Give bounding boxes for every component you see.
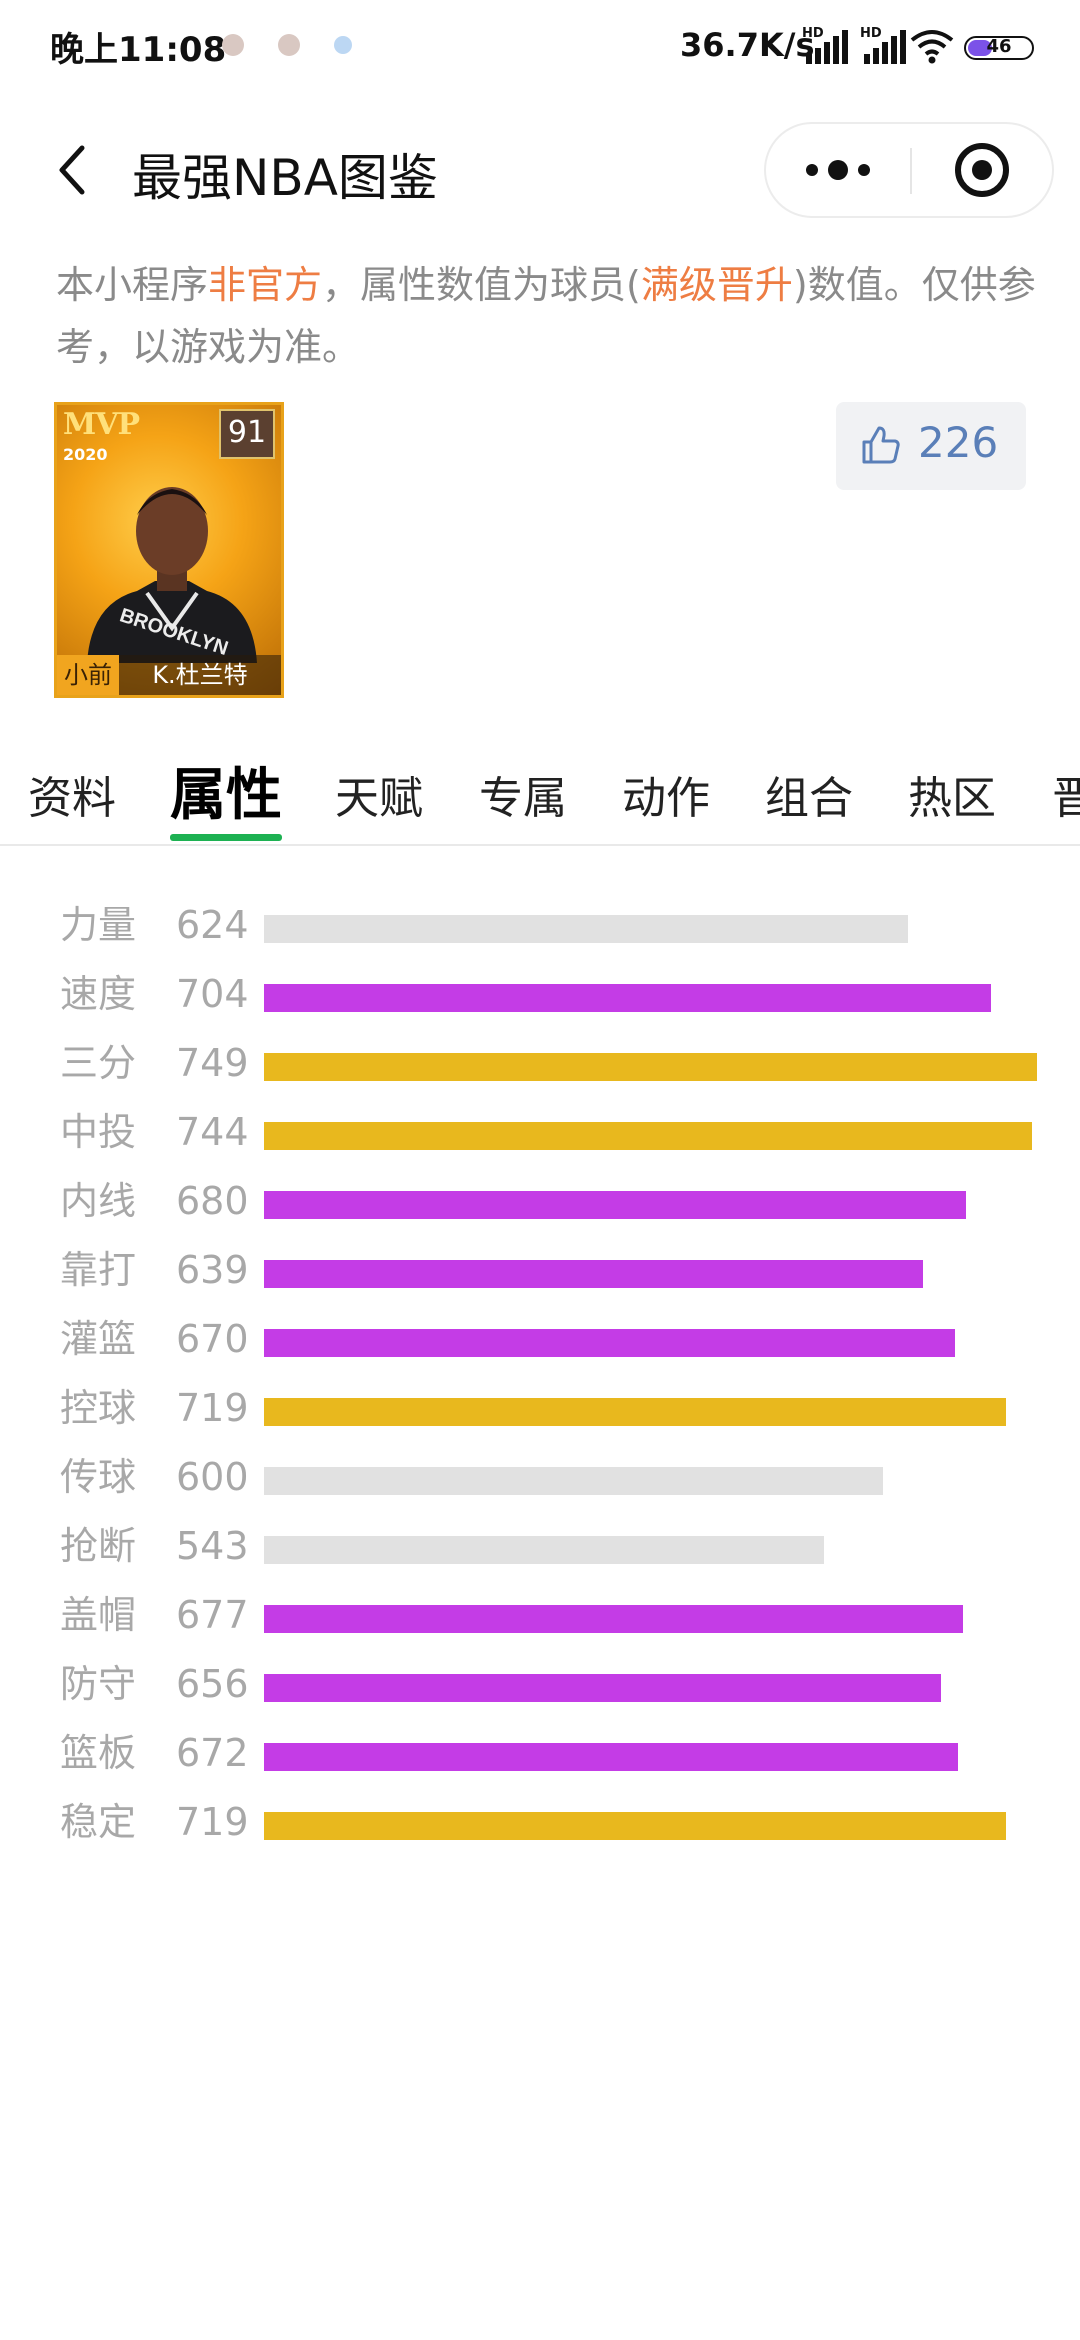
- attribute-row: 防守 656: [0, 1652, 1080, 1721]
- attribute-name: 中投: [60, 1110, 137, 1154]
- player-rating: 91: [219, 409, 275, 459]
- network-speed: 36.7K/s: [680, 26, 815, 64]
- attribute-bar: [264, 1674, 941, 1702]
- tab-promotion[interactable]: 晋: [1052, 762, 1080, 826]
- status-time: 晚上11:08: [50, 30, 227, 70]
- attribute-value: 624: [176, 903, 249, 947]
- like-button[interactable]: 226: [836, 402, 1026, 490]
- notice-highlight: 满级晋升: [640, 263, 793, 307]
- attribute-value: 680: [176, 1179, 249, 1223]
- attribute-bar: [264, 984, 991, 1012]
- battery-icon: 46: [964, 36, 1034, 60]
- attribute-value: 704: [176, 972, 249, 1016]
- notice-text: ，属性数值为球员(: [322, 263, 641, 307]
- tab-bar: 资料 属性 天赋 专属 动作 组合 热区 晋: [0, 750, 1080, 846]
- player-portrait: BROOKLYN: [87, 487, 257, 663]
- tab-exclusive[interactable]: 专属: [479, 762, 567, 826]
- attribute-name: 内线: [60, 1179, 137, 1223]
- attribute-row: 靠打 639: [0, 1238, 1080, 1307]
- attribute-bar: [264, 1053, 1037, 1081]
- attribute-row: 稳定 719: [0, 1790, 1080, 1859]
- player-card[interactable]: BROOKLYN MVP 2020 91 小前 K.杜兰特: [54, 402, 284, 698]
- attribute-bar: [264, 1536, 824, 1564]
- signal-icon: [864, 30, 908, 64]
- like-count: 226: [918, 418, 999, 467]
- battery-level: 46: [986, 36, 1012, 57]
- close-mini-program-button[interactable]: [912, 124, 1052, 216]
- notification-dot-icon: [278, 34, 300, 56]
- attribute-value: 719: [176, 1386, 249, 1430]
- active-tab-indicator: [170, 834, 282, 841]
- attribute-bar: [264, 1812, 1006, 1840]
- attribute-name: 篮板: [60, 1731, 137, 1775]
- attribute-row: 篮板 672: [0, 1721, 1080, 1790]
- attribute-name: 速度: [60, 972, 137, 1016]
- notice-text: 本小程序: [56, 263, 209, 307]
- tab-talents[interactable]: 天赋: [335, 762, 423, 826]
- player-position: 小前: [57, 655, 119, 695]
- tab-profile[interactable]: 资料: [28, 762, 116, 826]
- disclaimer-notice: 本小程序非官方，属性数值为球员(满级晋升)数值。仅供参考，以游戏为准。: [56, 254, 1036, 378]
- attribute-value: 600: [176, 1455, 249, 1499]
- attribute-name: 灌篮: [60, 1317, 137, 1361]
- attribute-bar: [264, 1329, 955, 1357]
- attribute-row: 速度 704: [0, 962, 1080, 1031]
- attribute-name: 传球: [60, 1455, 137, 1499]
- tab-attributes[interactable]: 属性: [170, 750, 282, 831]
- back-button[interactable]: [46, 140, 106, 200]
- attribute-bar: [264, 1743, 958, 1771]
- attribute-name: 控球: [60, 1386, 137, 1430]
- notice-highlight: 非官方: [208, 263, 323, 307]
- card-year: 2020: [63, 445, 108, 464]
- notification-dot-icon: [222, 34, 244, 56]
- attribute-value: 749: [176, 1041, 249, 1085]
- attribute-value: 656: [176, 1662, 249, 1706]
- attribute-row: 力量 624: [0, 893, 1080, 962]
- attribute-value: 672: [176, 1731, 249, 1775]
- attribute-row: 抢断 543: [0, 1514, 1080, 1583]
- player-name: K.杜兰特: [152, 661, 248, 689]
- attribute-bar: [264, 1260, 923, 1288]
- notification-icons: [222, 34, 352, 56]
- signal-icon: [806, 30, 850, 64]
- attribute-name: 稳定: [60, 1800, 137, 1844]
- attribute-value: 543: [176, 1524, 249, 1568]
- tab-combos[interactable]: 组合: [765, 762, 853, 826]
- attribute-bar: [264, 915, 908, 943]
- attribute-bar: [264, 1191, 966, 1219]
- thumbs-up-icon: [862, 426, 900, 464]
- page-title: 最强NBA图鉴: [132, 149, 438, 207]
- attribute-row: 盖帽 677: [0, 1583, 1080, 1652]
- attribute-bar: [264, 1398, 1006, 1426]
- status-bar: 晚上11:08 36.7K/s HD HD 46: [0, 0, 1080, 100]
- tab-hot-zones[interactable]: 热区: [908, 762, 996, 826]
- app-notification-icon: [334, 36, 352, 54]
- more-menu-button[interactable]: [766, 124, 910, 216]
- tab-moves[interactable]: 动作: [622, 762, 710, 826]
- card-badge: MVP: [63, 407, 140, 442]
- attribute-value: 670: [176, 1317, 249, 1361]
- attribute-bar: [264, 1467, 883, 1495]
- attribute-row: 三分 749: [0, 1031, 1080, 1100]
- attribute-value: 639: [176, 1248, 249, 1292]
- attribute-bar: [264, 1122, 1032, 1150]
- attribute-row: 传球 600: [0, 1445, 1080, 1514]
- attribute-name: 力量: [60, 903, 137, 947]
- attribute-value: 719: [176, 1800, 249, 1844]
- attribute-row: 内线 680: [0, 1169, 1080, 1238]
- attribute-value: 744: [176, 1110, 249, 1154]
- wifi-icon: [910, 30, 954, 64]
- nav-bar: 最强NBA图鉴: [0, 110, 1080, 230]
- attribute-row: 控球 719: [0, 1376, 1080, 1445]
- mini-program-capsule: [764, 122, 1054, 218]
- attribute-name: 抢断: [60, 1524, 137, 1568]
- attribute-value: 677: [176, 1593, 249, 1637]
- attribute-name: 三分: [60, 1041, 137, 1085]
- attribute-row: 灌篮 670: [0, 1307, 1080, 1376]
- attribute-bar: [264, 1605, 963, 1633]
- attribute-name: 靠打: [60, 1248, 137, 1292]
- attribute-name: 盖帽: [60, 1593, 137, 1637]
- attribute-name: 防守: [60, 1662, 137, 1706]
- attribute-row: 中投 744: [0, 1100, 1080, 1169]
